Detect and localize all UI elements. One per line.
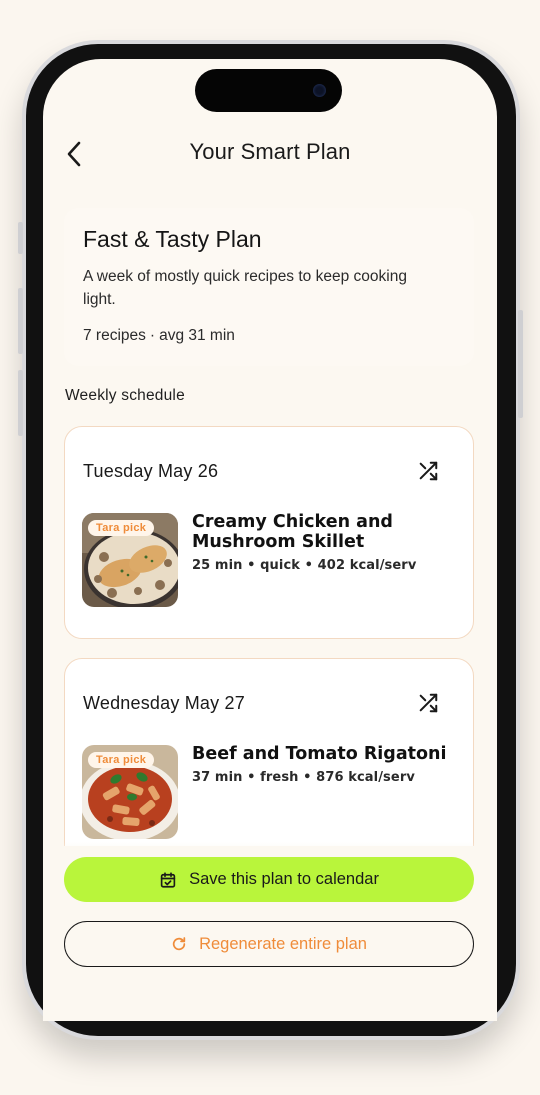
plan-name: Fast & Tasty Plan — [83, 226, 262, 252]
day-date: Wednesday May 27 — [83, 693, 245, 713]
save-to-calendar-button[interactable]: Save this plan to calendar — [64, 857, 474, 902]
recipe-title[interactable]: Creamy Chicken and Mushroom Skillet — [192, 512, 462, 552]
power-button — [518, 310, 523, 418]
shuffle-icon — [419, 461, 438, 481]
average-time: avg 31 min — [159, 327, 235, 344]
weekly-schedule-label: Weekly schedule — [65, 387, 185, 404]
regenerate-button-label: Regenerate entire plan — [199, 934, 367, 953]
recipe-photo[interactable]: Tara pick — [82, 745, 178, 839]
shuffle-button[interactable] — [414, 689, 442, 717]
shuffle-icon — [419, 693, 438, 713]
tara-pick-badge: Tara pick — [88, 520, 155, 536]
meta-separator: · — [149, 327, 156, 344]
save-button-label: Save this plan to calendar — [189, 870, 379, 888]
day-date: Tuesday May 26 — [83, 461, 219, 481]
refresh-icon — [172, 937, 186, 951]
regenerate-plan-button[interactable]: Regenerate entire plan — [64, 921, 474, 967]
recipe-count: 7 recipes — [83, 327, 146, 344]
action-button — [18, 222, 23, 254]
recipe-photo[interactable]: Tara pick — [82, 513, 178, 607]
chevron-left-icon — [67, 141, 81, 167]
shuffle-button[interactable] — [414, 457, 442, 485]
plan-description: A week of mostly quick recipes to keep c… — [83, 268, 407, 308]
recipe-meta: 25 min • quick • 402 kcal/serv — [192, 558, 417, 573]
recipe-meta: 37 min • fresh • 876 kcal/serv — [192, 770, 415, 785]
plan-meta: 7 recipes · avg 31 min — [83, 327, 235, 345]
back-button[interactable] — [60, 138, 88, 170]
dynamic-island — [195, 69, 342, 112]
volume-up-button — [18, 288, 23, 354]
tara-pick-badge: Tara pick — [88, 752, 155, 768]
volume-down-button — [18, 370, 23, 436]
recipe-title[interactable]: Beef and Tomato Rigatoni — [192, 744, 462, 765]
page-title: Your Smart Plan — [189, 139, 351, 164]
calendar-check-icon — [160, 871, 176, 888]
camera-icon — [313, 84, 326, 97]
